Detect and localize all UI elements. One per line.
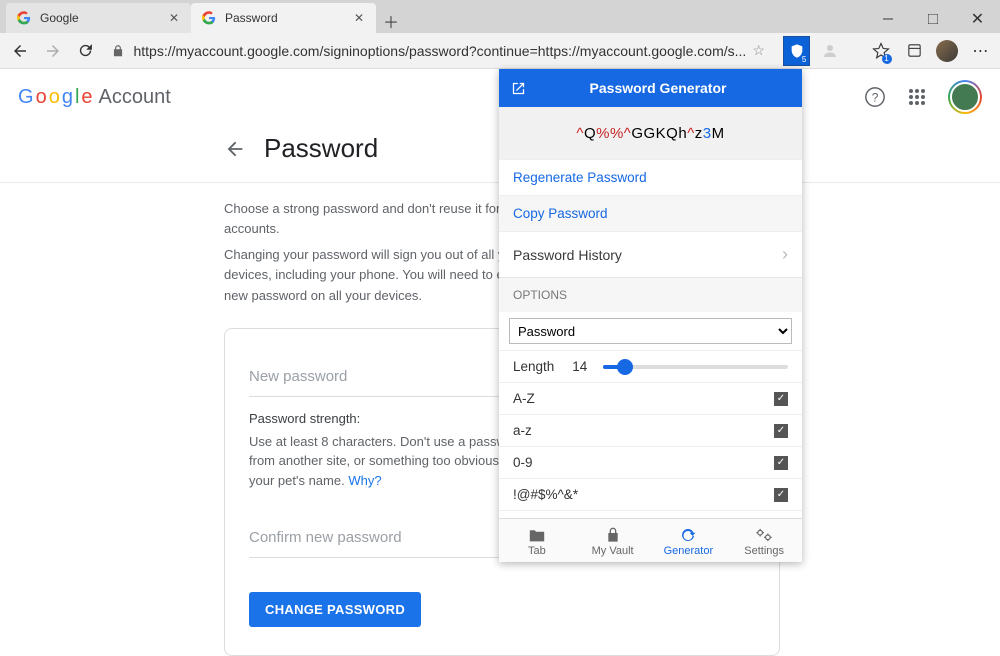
- reading-view-icon[interactable]: ☆: [752, 42, 765, 59]
- popup-title: Password Generator: [526, 80, 790, 96]
- apps-icon[interactable]: [908, 88, 926, 106]
- google-favicon: [16, 10, 32, 26]
- option-row: 0-9 ✓: [499, 446, 802, 478]
- page-title: Password: [264, 133, 378, 164]
- back-button[interactable]: [6, 35, 33, 67]
- nav-settings[interactable]: Settings: [726, 519, 802, 562]
- google-account-logo[interactable]: Google Account: [18, 86, 171, 109]
- why-link[interactable]: Why?: [348, 473, 381, 488]
- checkbox[interactable]: ✓: [774, 424, 788, 438]
- window-minimize-button[interactable]: [865, 5, 910, 33]
- nav-tab[interactable]: Tab: [499, 519, 575, 562]
- option-label: A-Z: [513, 391, 535, 406]
- url-text: https://myaccount.google.com/signinoptio…: [133, 43, 746, 59]
- length-slider[interactable]: [603, 365, 788, 369]
- back-arrow-icon[interactable]: [224, 138, 246, 160]
- option-label: a-z: [513, 423, 532, 438]
- length-row: Length 14: [499, 350, 802, 382]
- copy-password-button[interactable]: Copy Password: [499, 195, 802, 231]
- option-row: !@#$%^&* ✓: [499, 478, 802, 510]
- change-password-button[interactable]: CHANGE PASSWORD: [249, 592, 421, 627]
- folder-icon: [499, 525, 575, 545]
- options-label: OPTIONS: [499, 277, 802, 312]
- subtitle-2: Changing your password will sign you out…: [0, 239, 560, 305]
- generated-password: ^Q%%^GGKQh^z3M: [499, 107, 802, 159]
- lock-icon: [575, 525, 651, 545]
- gears-icon: [726, 525, 802, 545]
- browser-tab[interactable]: Google ✕: [6, 3, 191, 33]
- window-maximize-button[interactable]: [910, 5, 955, 33]
- option-row: A-Z ✓: [499, 382, 802, 414]
- forward-button[interactable]: [39, 35, 66, 67]
- svg-text:?: ?: [872, 91, 879, 105]
- bitwarden-extension-button[interactable]: 5: [783, 36, 810, 66]
- window-titlebar: Google ✕ Password ✕ ＋ ✕: [0, 0, 1000, 33]
- tab-label: Google: [40, 11, 167, 25]
- refresh-icon: [651, 525, 727, 545]
- browser-toolbar: https://myaccount.google.com/signinoptio…: [0, 33, 1000, 69]
- collections-button[interactable]: [901, 35, 928, 67]
- close-icon[interactable]: ✕: [352, 11, 366, 25]
- extension-button[interactable]: [816, 35, 843, 67]
- option-label: 0-9: [513, 455, 533, 470]
- help-icon[interactable]: ?: [864, 86, 886, 108]
- checkbox[interactable]: ✓: [774, 488, 788, 502]
- lock-icon: [111, 44, 125, 58]
- subtitle-1: Choose a strong password and don't reuse…: [0, 183, 560, 239]
- chevron-right-icon: ›: [782, 244, 788, 265]
- checkbox[interactable]: ✓: [774, 392, 788, 406]
- close-icon[interactable]: ✕: [167, 11, 181, 25]
- google-favicon: [201, 10, 217, 26]
- nav-my-vault[interactable]: My Vault: [575, 519, 651, 562]
- nav-generator[interactable]: Generator: [651, 519, 727, 562]
- profile-button[interactable]: [934, 35, 961, 67]
- account-avatar[interactable]: [948, 80, 982, 114]
- tab-label: Password: [225, 11, 352, 25]
- window-close-button[interactable]: ✕: [955, 5, 1000, 33]
- regenerate-button[interactable]: Regenerate Password: [499, 159, 802, 195]
- more-button[interactable]: ⋯: [967, 35, 994, 67]
- popout-icon[interactable]: [511, 81, 526, 96]
- popup-bottom-nav: TabMy VaultGeneratorSettings: [499, 518, 802, 562]
- checkbox[interactable]: ✓: [774, 456, 788, 470]
- refresh-button[interactable]: [72, 35, 99, 67]
- brand-suffix: Account: [99, 86, 171, 109]
- length-label: Length: [513, 359, 554, 374]
- password-type-select[interactable]: Password: [509, 318, 792, 344]
- password-generator-popup: Password Generator ^Q%%^GGKQh^z3M Regene…: [499, 69, 802, 562]
- password-history-button[interactable]: Password History ›: [499, 231, 802, 277]
- browser-tab[interactable]: Password ✕: [191, 3, 376, 33]
- new-tab-button[interactable]: ＋: [376, 9, 406, 33]
- length-value: 14: [572, 359, 587, 374]
- popup-header: Password Generator: [499, 69, 802, 107]
- favorites-button[interactable]: 1: [867, 35, 894, 67]
- address-bar[interactable]: https://myaccount.google.com/signinoptio…: [105, 36, 776, 66]
- extension-badge: 5: [800, 55, 808, 64]
- option-label: !@#$%^&*: [513, 487, 578, 502]
- option-row: a-z ✓: [499, 414, 802, 446]
